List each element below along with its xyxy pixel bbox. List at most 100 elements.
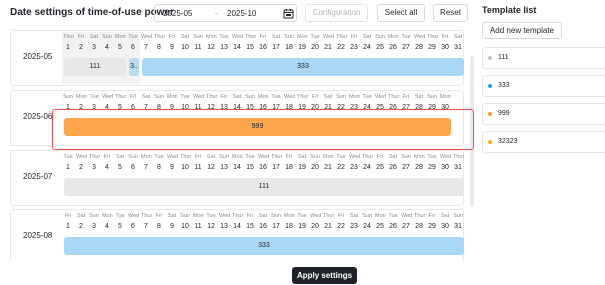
day-number[interactable]: 5 (115, 44, 125, 51)
day-number[interactable]: 8 (154, 164, 164, 171)
day-number[interactable]: 1 (63, 164, 73, 171)
day-number[interactable]: 22 (336, 164, 346, 171)
configuration-button[interactable]: Configuration (305, 4, 368, 22)
day-number[interactable]: 27 (401, 223, 411, 230)
calendar-icon[interactable] (283, 8, 294, 21)
range-start[interactable]: 2025-05 (163, 9, 192, 18)
day-number[interactable]: 12 (206, 44, 216, 51)
day-number[interactable]: 21 (323, 44, 333, 51)
template-item[interactable]: 111 (482, 47, 605, 69)
day-number[interactable]: 16 (258, 164, 268, 171)
template-item[interactable]: 333 (482, 75, 605, 97)
day-number[interactable]: 14 (232, 44, 242, 51)
day-number[interactable]: 7 (141, 164, 151, 171)
template-assignment-bar[interactable]: 111 (64, 178, 464, 196)
template-assignment-bar[interactable]: 3.. (129, 58, 139, 76)
day-number[interactable]: 17 (271, 164, 281, 171)
day-number[interactable]: 1 (63, 44, 73, 51)
day-number[interactable]: 30 (440, 223, 450, 230)
day-number[interactable]: 9 (167, 44, 177, 51)
day-number[interactable]: 21 (323, 223, 333, 230)
range-end[interactable]: 2025-10 (227, 9, 256, 18)
day-number[interactable]: 20 (310, 44, 320, 51)
day-number[interactable]: 13 (219, 164, 229, 171)
template-item[interactable]: 32323 (482, 131, 605, 153)
day-number[interactable]: 11 (193, 223, 203, 230)
day-number[interactable]: 24 (362, 164, 372, 171)
day-number[interactable]: 8 (154, 44, 164, 51)
day-number[interactable]: 30 (440, 44, 450, 51)
day-number[interactable]: 10 (180, 44, 190, 51)
day-number[interactable]: 5 (115, 223, 125, 230)
day-number[interactable]: 11 (193, 164, 203, 171)
day-number[interactable]: 27 (401, 164, 411, 171)
month-range-picker[interactable]: 2025-05 - 2025-10 (154, 4, 297, 22)
day-number[interactable]: 17 (271, 44, 281, 51)
day-number[interactable]: 7 (141, 44, 151, 51)
day-number[interactable]: 25 (375, 223, 385, 230)
template-assignment-bar[interactable]: 333 (142, 58, 464, 76)
day-number[interactable]: 13 (219, 223, 229, 230)
day-number[interactable]: 25 (375, 164, 385, 171)
template-item[interactable]: 999 (482, 103, 605, 125)
day-number[interactable]: 8 (154, 223, 164, 230)
day-number[interactable]: 30 (440, 164, 450, 171)
add-new-template-button[interactable]: Add new template (482, 22, 562, 39)
day-number[interactable]: 22 (336, 44, 346, 51)
day-number[interactable]: 29 (427, 223, 437, 230)
day-number[interactable]: 4 (102, 164, 112, 171)
day-number[interactable]: 12 (206, 223, 216, 230)
day-number[interactable]: 26 (388, 44, 398, 51)
day-number[interactable]: 7 (141, 223, 151, 230)
day-number[interactable]: 15 (245, 164, 255, 171)
reset-button[interactable]: Reset (433, 4, 468, 22)
day-number[interactable]: 26 (388, 164, 398, 171)
day-number[interactable]: 10 (180, 223, 190, 230)
day-number[interactable]: 13 (219, 44, 229, 51)
day-number[interactable]: 29 (427, 164, 437, 171)
day-number[interactable]: 3 (89, 44, 99, 51)
day-number[interactable]: 5 (115, 164, 125, 171)
day-number[interactable]: 18 (284, 164, 294, 171)
day-number[interactable]: 2 (76, 44, 86, 51)
template-assignment-bar[interactable]: 111 (64, 58, 126, 76)
day-number[interactable]: 25 (375, 44, 385, 51)
day-number[interactable]: 21 (323, 164, 333, 171)
day-number[interactable]: 23 (349, 44, 359, 51)
day-number[interactable]: 3 (89, 164, 99, 171)
day-number[interactable]: 6 (128, 164, 138, 171)
day-number[interactable]: 20 (310, 223, 320, 230)
day-number[interactable]: 4 (102, 44, 112, 51)
day-number[interactable]: 6 (128, 44, 138, 51)
day-number[interactable]: 31 (453, 44, 463, 51)
day-number[interactable]: 16 (258, 223, 268, 230)
day-number[interactable]: 16 (258, 44, 268, 51)
day-number[interactable]: 15 (245, 223, 255, 230)
day-number[interactable]: 29 (427, 44, 437, 51)
day-number[interactable]: 1 (63, 223, 73, 230)
day-number[interactable]: 31 (453, 223, 463, 230)
day-number[interactable]: 19 (297, 164, 307, 171)
day-number[interactable]: 18 (284, 44, 294, 51)
day-number[interactable]: 24 (362, 223, 372, 230)
day-number[interactable]: 6 (128, 223, 138, 230)
day-number[interactable]: 14 (232, 164, 242, 171)
day-number[interactable]: 9 (167, 223, 177, 230)
template-assignment-bar[interactable]: 333 (64, 237, 464, 255)
day-number[interactable]: 28 (414, 164, 424, 171)
day-number[interactable]: 11 (193, 44, 203, 51)
day-number[interactable]: 4 (102, 223, 112, 230)
day-number[interactable]: 28 (414, 223, 424, 230)
apply-settings-button[interactable]: Apply settings (292, 267, 357, 284)
select-all-button[interactable]: Select all (377, 4, 425, 22)
day-number[interactable]: 26 (388, 223, 398, 230)
day-number[interactable]: 20 (310, 164, 320, 171)
day-number[interactable]: 2 (76, 164, 86, 171)
day-number[interactable]: 18 (284, 223, 294, 230)
day-number[interactable]: 24 (362, 44, 372, 51)
day-number[interactable]: 19 (297, 44, 307, 51)
day-number[interactable]: 3 (89, 223, 99, 230)
day-number[interactable]: 2 (76, 223, 86, 230)
day-number[interactable]: 23 (349, 164, 359, 171)
day-number[interactable]: 12 (206, 164, 216, 171)
